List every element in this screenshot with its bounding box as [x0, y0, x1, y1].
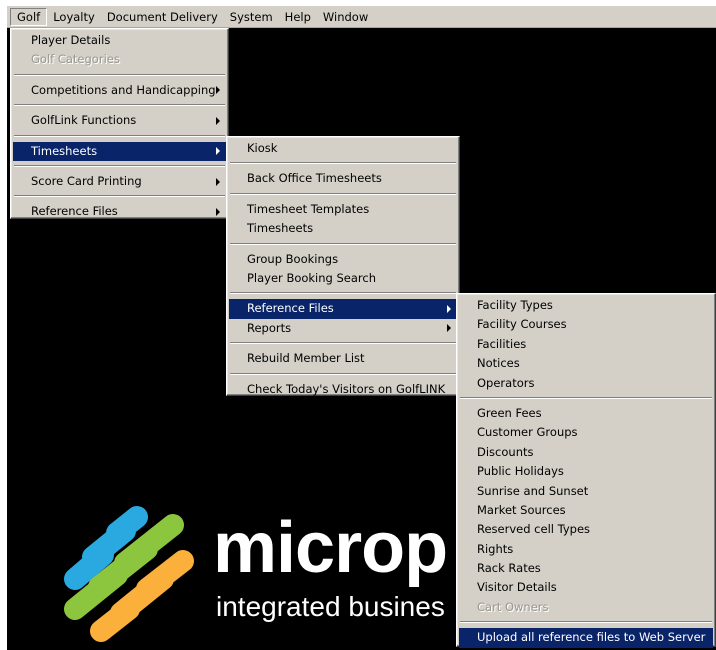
menu-separator — [230, 292, 456, 295]
menu-item-player-booking-search[interactable]: Player Booking Search — [229, 269, 457, 288]
menu-item-discounts[interactable]: Discounts — [459, 443, 713, 462]
menu-item-golf-categories: Golf Categories — [31, 52, 120, 67]
menu-item-label: Timesheets — [31, 143, 98, 158]
menu-separator — [230, 242, 456, 245]
brand-tagline: integrated busines — [216, 591, 445, 622]
menu-separator — [14, 195, 225, 198]
menu-item-market-sources[interactable]: Market Sources — [459, 501, 713, 520]
menubar-golf[interactable]: Golf — [10, 7, 48, 26]
menu-item-rack-rates[interactable]: Rack Rates — [459, 559, 713, 578]
menu-item-sunrise-and-sunset[interactable]: Sunrise and Sunset — [459, 482, 713, 501]
menubar-system[interactable]: System — [224, 8, 279, 26]
reference-files-submenu: Facility Types Facility Courses Faciliti… — [456, 293, 716, 648]
brand-logo-icon — [64, 506, 194, 642]
menu-item-timesheets[interactable]: Timesheets — [13, 141, 226, 161]
menu-item-label: Reports — [247, 320, 292, 335]
menu-item-facility-courses[interactable]: Facility Courses — [459, 315, 713, 334]
menu-item-label: Competitions and Handicapping — [31, 82, 216, 97]
menu-item-label: GolfLink Functions — [31, 113, 137, 128]
menu-item-back-office-timesheets[interactable]: Back Office Timesheets — [229, 169, 457, 188]
golf-menu: Player Details Golf Categories Competiti… — [10, 28, 229, 219]
menu-item-facilities[interactable]: Facilities — [459, 335, 713, 354]
submenu-arrow-icon — [216, 116, 220, 125]
menu-item-reserved-cell-types[interactable]: Reserved cell Types — [459, 520, 713, 539]
menu-item-reference-files[interactable]: Reference Files — [13, 202, 226, 221]
menu-item-competitions[interactable]: Competitions and Handicapping — [13, 81, 226, 100]
menu-item-score-card-printing[interactable]: Score Card Printing — [13, 172, 226, 191]
menu-separator — [230, 192, 456, 195]
menu-item-rights[interactable]: Rights — [459, 540, 713, 559]
menu-separator — [460, 621, 712, 624]
menu-separator — [14, 104, 225, 107]
submenu-arrow-icon — [216, 86, 220, 95]
submenu-arrow-icon — [447, 324, 451, 333]
menu-item-notices[interactable]: Notices — [459, 354, 713, 373]
menu-separator — [230, 372, 456, 375]
menu-item-public-holidays[interactable]: Public Holidays — [459, 462, 713, 481]
menu-item-green-fees[interactable]: Green Fees — [459, 404, 713, 423]
menu-item-player-details[interactable]: Player Details — [13, 31, 226, 50]
timesheets-submenu: Kiosk Back Office Timesheets Timesheet T… — [226, 136, 460, 396]
menu-separator — [230, 342, 456, 345]
menu-separator — [14, 73, 225, 76]
submenu-arrow-icon — [216, 147, 220, 156]
menu-item-visitor-details[interactable]: Visitor Details — [459, 578, 713, 597]
menu-item-customer-groups[interactable]: Customer Groups — [459, 423, 713, 442]
menubar-window[interactable]: Window — [317, 8, 374, 26]
menubar-help[interactable]: Help — [279, 8, 317, 26]
menu-item-reference-files[interactable]: Reference Files — [229, 299, 457, 319]
submenu-arrow-icon — [216, 177, 220, 186]
menubar-loyalty[interactable]: Loyalty — [47, 8, 101, 26]
menu-separator — [230, 162, 456, 165]
menu-separator — [14, 134, 225, 137]
menu-item-facility-types[interactable]: Facility Types — [459, 296, 713, 315]
menu-item-reports[interactable]: Reports — [229, 319, 457, 338]
submenu-arrow-icon — [447, 305, 451, 314]
menu-separator — [460, 396, 712, 399]
menu-separator — [14, 164, 225, 167]
menu-item-check-visitors[interactable]: Check Today's Visitors on GolfLINK — [229, 380, 457, 399]
menubar-document-delivery[interactable]: Document Delivery — [101, 8, 224, 26]
menu-item-cart-owners: Cart Owners — [477, 599, 549, 614]
menu-item-upload-all-reference-files[interactable]: Upload all reference files to Web Server — [459, 628, 713, 648]
menu-item-operators[interactable]: Operators — [459, 374, 713, 393]
brand-name: microp — [213, 508, 448, 588]
menu-item-rebuild-member-list[interactable]: Rebuild Member List — [229, 349, 457, 368]
menu-bar: Golf Loyalty Document Delivery System He… — [7, 6, 716, 28]
submenu-arrow-icon — [216, 208, 220, 217]
menu-item-kiosk[interactable]: Kiosk — [229, 139, 457, 158]
menu-item-label: Score Card Printing — [31, 173, 142, 188]
menu-item-golflink-functions[interactable]: GolfLink Functions — [13, 111, 226, 130]
menu-item-label: Reference Files — [247, 301, 334, 316]
menu-item-timesheets[interactable]: Timesheets — [229, 219, 457, 238]
menu-item-label: Reference Files — [31, 204, 118, 219]
menu-item-group-bookings[interactable]: Group Bookings — [229, 250, 457, 269]
menu-item-timesheet-templates[interactable]: Timesheet Templates — [229, 200, 457, 219]
